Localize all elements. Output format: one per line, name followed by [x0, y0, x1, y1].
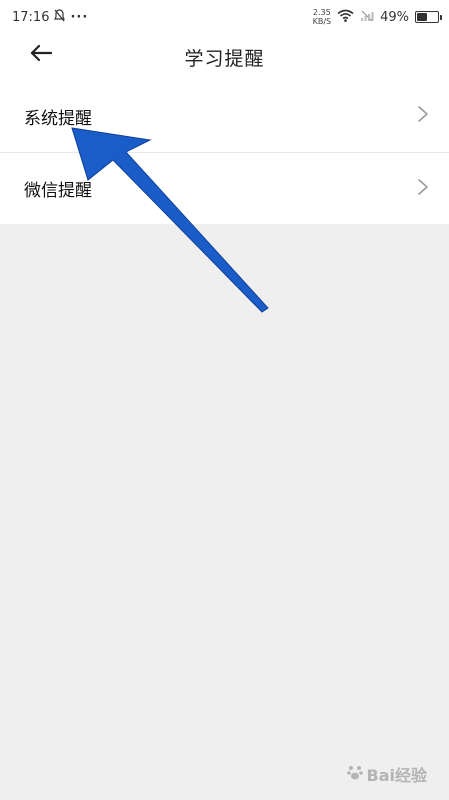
status-right: 2.35 KB/S 49% [313, 8, 442, 26]
reminder-list: 系统提醒 微信提醒 [0, 80, 449, 224]
list-item-wechat-reminder[interactable]: 微信提醒 [0, 152, 449, 224]
list-item-label: 微信提醒 [24, 181, 92, 201]
battery-icon [415, 11, 442, 23]
status-time: 17:16 [12, 9, 50, 25]
status-left: 17:16 ··· [12, 8, 89, 26]
net-speed: 2.35 KB/S [313, 8, 332, 26]
list-item-system-reminder[interactable]: 系统提醒 [0, 80, 449, 152]
wifi-icon [337, 9, 354, 26]
back-button[interactable] [26, 40, 56, 70]
net-speed-unit: KB/S [312, 17, 332, 26]
net-speed-value: 2.35 [312, 8, 331, 17]
watermark-text: Bai经验 [366, 766, 427, 785]
chevron-right-icon [417, 178, 429, 200]
battery-percent: 49% [380, 9, 409, 25]
chevron-right-icon [417, 105, 429, 127]
signal-icon [360, 9, 374, 26]
list-item-label: 系统提醒 [24, 108, 92, 129]
battery-fill [417, 13, 427, 21]
watermark: Bai经验 [346, 762, 427, 786]
more-dots-icon: ··· [70, 9, 89, 25]
header: 学习提醒 [0, 34, 449, 80]
page-title: 学习提醒 [184, 47, 265, 70]
back-arrow-icon [30, 44, 53, 66]
status-bar: 17:16 ··· 2.35 KB/S 49% [0, 0, 449, 34]
notification-off-icon [54, 8, 66, 26]
paw-icon [346, 763, 364, 785]
